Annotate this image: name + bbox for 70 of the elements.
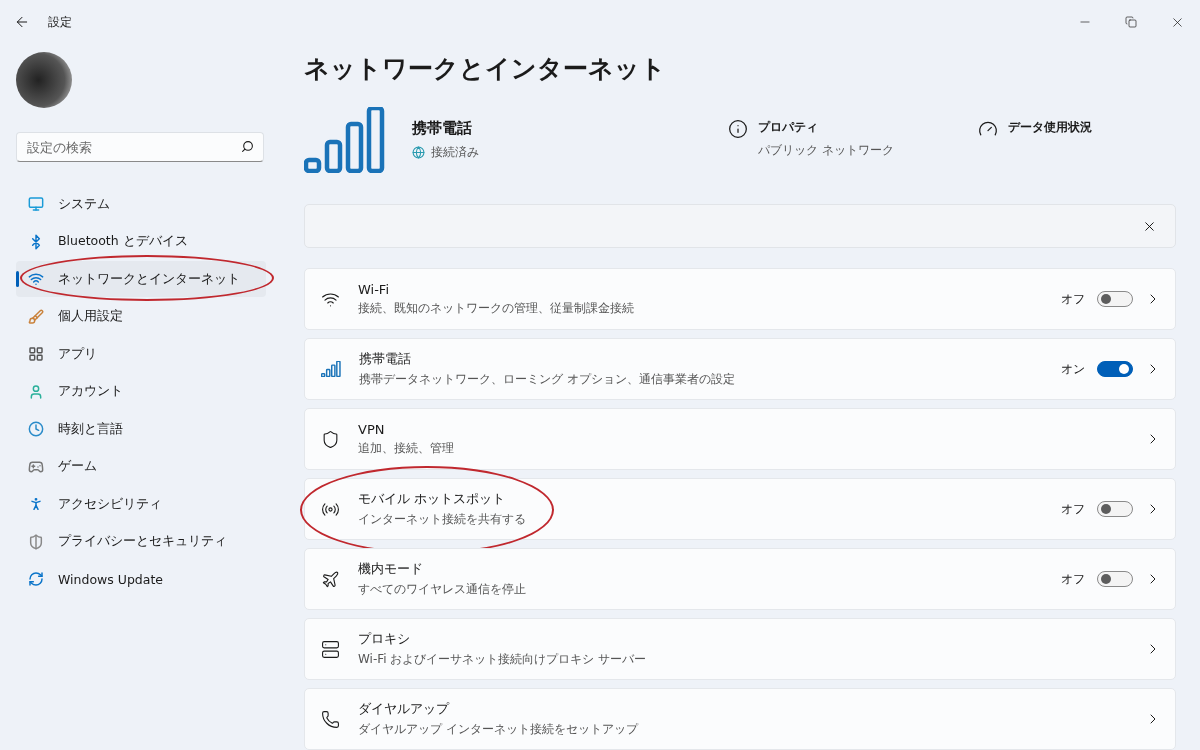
network-type: パブリック ネットワーク bbox=[758, 142, 894, 159]
setting-title: 携帯電話 bbox=[359, 350, 412, 368]
apps-icon bbox=[28, 346, 44, 362]
toggle-state-label: オフ bbox=[1061, 290, 1085, 308]
settings-row[interactable]: Wi-Fi 接続、既知のネットワークの管理、従量制課金接続 オフ bbox=[304, 268, 1176, 330]
sidebar-item[interactable]: 個人用設定 bbox=[16, 298, 266, 335]
data-usage-link[interactable]: データ使用状況 bbox=[1008, 119, 1092, 139]
connection-name: 携帯電話 bbox=[412, 119, 473, 138]
brush-icon bbox=[28, 308, 44, 325]
setting-title: ダイヤルアップ bbox=[358, 700, 451, 718]
selection-indicator bbox=[16, 271, 19, 287]
settings-row[interactable]: モバイル ホットスポット インターネット接続を共有する オフ bbox=[304, 478, 1176, 540]
sidebar-item[interactable]: アクセシビリティ bbox=[16, 486, 266, 522]
toggle-switch[interactable] bbox=[1097, 501, 1133, 517]
properties-link[interactable]: プロパティ bbox=[758, 119, 894, 136]
globe-icon bbox=[412, 146, 425, 159]
setting-description: ダイヤルアップ インターネット接続をセットアップ bbox=[358, 721, 638, 738]
shield-icon bbox=[321, 429, 340, 449]
toggle-state-label: オフ bbox=[1061, 570, 1085, 588]
wifi-icon bbox=[28, 271, 44, 287]
setting-description: 追加、接続、管理 bbox=[358, 439, 454, 457]
sidebar-item[interactable]: 時刻と言語 bbox=[16, 411, 266, 447]
sidebar-item[interactable]: アプリ bbox=[16, 336, 266, 372]
setting-description: 携帯データネットワーク、ローミング オプション、通信事業者の設定 bbox=[359, 371, 735, 388]
sidebar-item[interactable]: Bluetooth とデバイス bbox=[16, 223, 266, 260]
setting-title: モバイル ホットスポット bbox=[358, 490, 507, 508]
toggle-state-label: オン bbox=[1061, 360, 1085, 378]
toggle-state-label: オフ bbox=[1061, 500, 1085, 518]
setting-title: 機内モード bbox=[358, 560, 424, 578]
back-button[interactable] bbox=[14, 14, 30, 30]
restore-icon bbox=[1125, 16, 1137, 28]
search-icon[interactable] bbox=[241, 140, 254, 153]
sidebar-item[interactable]: ネットワークとインターネット bbox=[16, 261, 266, 297]
setting-title: VPN bbox=[358, 421, 386, 437]
settings-row[interactable]: 機内モード すべてのワイヤレス通信を停止 オフ bbox=[304, 548, 1176, 610]
settings-row[interactable]: VPN 追加、接続、管理 bbox=[304, 408, 1176, 470]
proxy-icon bbox=[321, 639, 340, 659]
signal-bars-icon bbox=[304, 107, 386, 173]
page-title: ネットワークとインターネット bbox=[304, 53, 667, 85]
settings-row[interactable]: 携帯電話 携帯データネットワーク、ローミング オプション、通信事業者の設定 オン bbox=[304, 338, 1176, 400]
phone-icon bbox=[321, 709, 340, 729]
connection-status: 接続済み bbox=[431, 144, 479, 161]
shield-icon bbox=[28, 533, 44, 550]
sidebar-item[interactable]: Windows Update bbox=[16, 561, 266, 597]
monitor-icon bbox=[28, 196, 44, 212]
setting-title: Wi-Fi bbox=[358, 281, 390, 297]
settings-row[interactable]: プロキシ Wi-Fi およびイーサネット接続向けプロキシ サーバー bbox=[304, 618, 1176, 680]
sidebar-item[interactable]: ゲーム bbox=[16, 448, 266, 485]
toggle-switch[interactable] bbox=[1097, 361, 1133, 377]
avatar-photo-placeholder[interactable] bbox=[16, 52, 72, 108]
airplane-icon bbox=[321, 569, 340, 589]
info-icon[interactable] bbox=[728, 119, 748, 139]
person-icon bbox=[28, 383, 44, 400]
settings-row[interactable]: ダイヤルアップ ダイヤルアップ インターネット接続をセットアップ bbox=[304, 688, 1176, 750]
search-field[interactable]: 設定の検索 bbox=[16, 132, 264, 162]
update-icon bbox=[28, 571, 44, 587]
setting-description: 接続、既知のネットワークの管理、従量制課金接続 bbox=[358, 299, 634, 317]
clock-icon bbox=[28, 421, 44, 437]
toggle-switch[interactable] bbox=[1097, 291, 1133, 307]
signal-bars-icon bbox=[321, 361, 341, 377]
setting-description: Wi-Fi およびイーサネット接続向けプロキシ サーバー bbox=[358, 651, 647, 668]
sidebar-item[interactable]: システム bbox=[16, 186, 266, 222]
setting-description: すべてのワイヤレス通信を停止 bbox=[358, 581, 526, 598]
accessibility-icon bbox=[28, 496, 44, 512]
setting-description: インターネット接続を共有する bbox=[358, 511, 526, 528]
sidebar-item[interactable]: アカウント bbox=[16, 373, 266, 410]
sidebar-item[interactable]: プライバシーとセキュリティ bbox=[16, 523, 266, 560]
setting-title: プロキシ bbox=[358, 630, 411, 648]
toggle-switch[interactable] bbox=[1097, 571, 1133, 587]
window-title: 設定 bbox=[48, 13, 72, 31]
